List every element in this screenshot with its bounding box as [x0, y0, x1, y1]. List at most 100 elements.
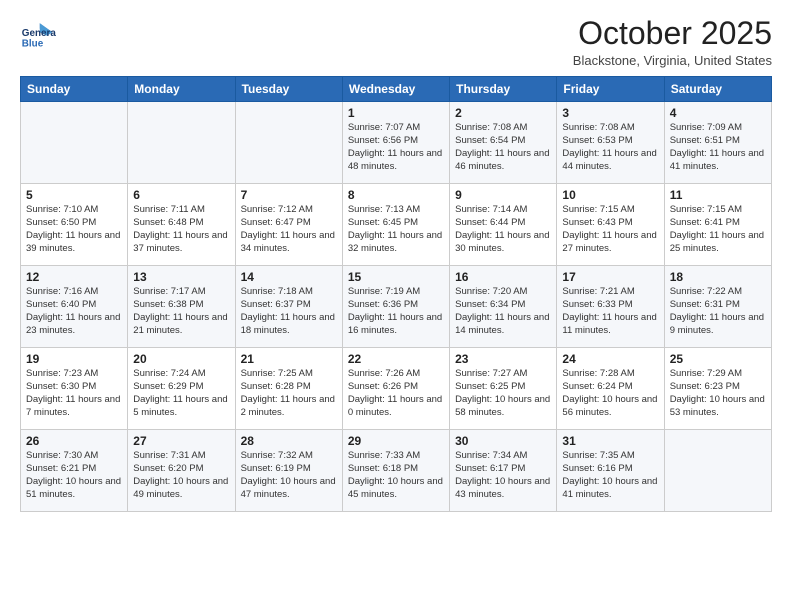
calendar-cell: 8 Sunrise: 7:13 AM Sunset: 6:45 PM Daylig… [342, 184, 449, 266]
logo-icon: General Blue [20, 16, 56, 52]
day-info: Sunrise: 7:29 AM Sunset: 6:23 PM Dayligh… [670, 368, 766, 419]
day-number: 22 [348, 352, 444, 366]
calendar-cell: 30 Sunrise: 7:34 AM Sunset: 6:17 PM Dayli… [450, 430, 557, 512]
day-info: Sunrise: 7:23 AM Sunset: 6:30 PM Dayligh… [26, 368, 122, 419]
calendar-cell [21, 102, 128, 184]
day-info: Sunrise: 7:24 AM Sunset: 6:29 PM Dayligh… [133, 368, 229, 419]
logo: General Blue [20, 16, 56, 52]
day-number: 13 [133, 270, 229, 284]
day-info: Sunrise: 7:35 AM Sunset: 6:16 PM Dayligh… [562, 450, 658, 501]
day-number: 8 [348, 188, 444, 202]
day-number: 16 [455, 270, 551, 284]
day-number: 5 [26, 188, 122, 202]
calendar-cell: 21 Sunrise: 7:25 AM Sunset: 6:28 PM Dayli… [235, 348, 342, 430]
day-info: Sunrise: 7:18 AM Sunset: 6:37 PM Dayligh… [241, 286, 337, 337]
calendar-cell: 9Sunrise: 7:14 AM Sunset: 6:44 PM Daylig… [450, 184, 557, 266]
day-number: 26 [26, 434, 122, 448]
day-info: Sunrise: 7:21 AM Sunset: 6:33 PM Dayligh… [562, 286, 658, 337]
day-number: 20 [133, 352, 229, 366]
calendar-cell: 18 Sunrise: 7:22 AM Sunset: 6:31 PM Dayli… [664, 266, 771, 348]
day-info: Sunrise: 7:26 AM Sunset: 6:26 PM Dayligh… [348, 368, 444, 419]
day-info: Sunrise: 7:34 AM Sunset: 6:17 PM Dayligh… [455, 450, 551, 501]
day-info: Sunrise: 7:20 AM Sunset: 6:34 PM Dayligh… [455, 286, 551, 337]
day-info: Sunrise: 7:08 AM Sunset: 6:53 PM Dayligh… [562, 122, 658, 173]
day-number: 31 [562, 434, 658, 448]
day-number: 17 [562, 270, 658, 284]
col-header-saturday: Saturday [664, 77, 771, 102]
calendar-cell [664, 430, 771, 512]
day-number: 27 [133, 434, 229, 448]
calendar-cell: 10Sunrise: 7:15 AM Sunset: 6:43 PM Dayli… [557, 184, 664, 266]
calendar-cell: 6 Sunrise: 7:11 AM Sunset: 6:48 PM Daylig… [128, 184, 235, 266]
calendar-cell: 3Sunrise: 7:08 AM Sunset: 6:53 PM Daylig… [557, 102, 664, 184]
day-info: Sunrise: 7:11 AM Sunset: 6:48 PM Dayligh… [133, 204, 229, 255]
day-info: Sunrise: 7:07 AM Sunset: 6:56 PM Dayligh… [348, 122, 444, 173]
day-number: 21 [241, 352, 337, 366]
day-number: 4 [670, 106, 766, 120]
location: Blackstone, Virginia, United States [573, 53, 772, 68]
week-row-1: 1 Sunrise: 7:07 AM Sunset: 6:56 PM Daylig… [21, 102, 772, 184]
day-number: 30 [455, 434, 551, 448]
day-number: 1 [348, 106, 444, 120]
calendar-header-row: SundayMondayTuesdayWednesdayThursdayFrid… [21, 77, 772, 102]
col-header-thursday: Thursday [450, 77, 557, 102]
calendar-cell: 25 Sunrise: 7:29 AM Sunset: 6:23 PM Dayli… [664, 348, 771, 430]
calendar-cell: 5 Sunrise: 7:10 AM Sunset: 6:50 PM Daylig… [21, 184, 128, 266]
calendar-cell: 23Sunrise: 7:27 AM Sunset: 6:25 PM Dayli… [450, 348, 557, 430]
col-header-friday: Friday [557, 77, 664, 102]
calendar: SundayMondayTuesdayWednesdayThursdayFrid… [20, 76, 772, 512]
calendar-cell: 29 Sunrise: 7:33 AM Sunset: 6:18 PM Dayli… [342, 430, 449, 512]
day-number: 2 [455, 106, 551, 120]
day-info: Sunrise: 7:22 AM Sunset: 6:31 PM Dayligh… [670, 286, 766, 337]
day-info: Sunrise: 7:31 AM Sunset: 6:20 PM Dayligh… [133, 450, 229, 501]
day-info: Sunrise: 7:08 AM Sunset: 6:54 PM Dayligh… [455, 122, 551, 173]
calendar-cell: 13 Sunrise: 7:17 AM Sunset: 6:38 PM Dayli… [128, 266, 235, 348]
calendar-cell: 14 Sunrise: 7:18 AM Sunset: 6:37 PM Dayli… [235, 266, 342, 348]
header: General Blue October 2025 Blackstone, Vi… [20, 16, 772, 68]
col-header-monday: Monday [128, 77, 235, 102]
day-info: Sunrise: 7:13 AM Sunset: 6:45 PM Dayligh… [348, 204, 444, 255]
week-row-4: 19 Sunrise: 7:23 AM Sunset: 6:30 PM Dayli… [21, 348, 772, 430]
calendar-cell: 26 Sunrise: 7:30 AM Sunset: 6:21 PM Dayli… [21, 430, 128, 512]
day-info: Sunrise: 7:12 AM Sunset: 6:47 PM Dayligh… [241, 204, 337, 255]
week-row-2: 5 Sunrise: 7:10 AM Sunset: 6:50 PM Daylig… [21, 184, 772, 266]
week-row-5: 26 Sunrise: 7:30 AM Sunset: 6:21 PM Dayli… [21, 430, 772, 512]
day-info: Sunrise: 7:27 AM Sunset: 6:25 PM Dayligh… [455, 368, 551, 419]
day-info: Sunrise: 7:16 AM Sunset: 6:40 PM Dayligh… [26, 286, 122, 337]
calendar-cell: 2 Sunrise: 7:08 AM Sunset: 6:54 PM Daylig… [450, 102, 557, 184]
calendar-cell: 15 Sunrise: 7:19 AM Sunset: 6:36 PM Dayli… [342, 266, 449, 348]
day-number: 24 [562, 352, 658, 366]
col-header-sunday: Sunday [21, 77, 128, 102]
calendar-cell: 24 Sunrise: 7:28 AM Sunset: 6:24 PM Dayli… [557, 348, 664, 430]
day-number: 15 [348, 270, 444, 284]
calendar-cell: 7Sunrise: 7:12 AM Sunset: 6:47 PM Daylig… [235, 184, 342, 266]
day-number: 6 [133, 188, 229, 202]
day-number: 29 [348, 434, 444, 448]
day-info: Sunrise: 7:30 AM Sunset: 6:21 PM Dayligh… [26, 450, 122, 501]
title-block: October 2025 Blackstone, Virginia, Unite… [573, 16, 772, 68]
day-info: Sunrise: 7:19 AM Sunset: 6:36 PM Dayligh… [348, 286, 444, 337]
calendar-cell: 20 Sunrise: 7:24 AM Sunset: 6:29 PM Dayli… [128, 348, 235, 430]
calendar-cell [128, 102, 235, 184]
day-info: Sunrise: 7:10 AM Sunset: 6:50 PM Dayligh… [26, 204, 122, 255]
day-info: Sunrise: 7:33 AM Sunset: 6:18 PM Dayligh… [348, 450, 444, 501]
calendar-cell [235, 102, 342, 184]
day-number: 28 [241, 434, 337, 448]
day-number: 12 [26, 270, 122, 284]
day-number: 25 [670, 352, 766, 366]
month-title: October 2025 [573, 16, 772, 51]
day-number: 19 [26, 352, 122, 366]
svg-text:General: General [22, 28, 56, 39]
calendar-cell: 16 Sunrise: 7:20 AM Sunset: 6:34 PM Dayli… [450, 266, 557, 348]
col-header-wednesday: Wednesday [342, 77, 449, 102]
day-info: Sunrise: 7:09 AM Sunset: 6:51 PM Dayligh… [670, 122, 766, 173]
day-number: 9 [455, 188, 551, 202]
day-info: Sunrise: 7:28 AM Sunset: 6:24 PM Dayligh… [562, 368, 658, 419]
day-number: 18 [670, 270, 766, 284]
day-info: Sunrise: 7:25 AM Sunset: 6:28 PM Dayligh… [241, 368, 337, 419]
calendar-cell: 1 Sunrise: 7:07 AM Sunset: 6:56 PM Daylig… [342, 102, 449, 184]
day-info: Sunrise: 7:17 AM Sunset: 6:38 PM Dayligh… [133, 286, 229, 337]
day-number: 14 [241, 270, 337, 284]
calendar-cell: 31 Sunrise: 7:35 AM Sunset: 6:16 PM Dayli… [557, 430, 664, 512]
svg-text:Blue: Blue [22, 39, 44, 50]
